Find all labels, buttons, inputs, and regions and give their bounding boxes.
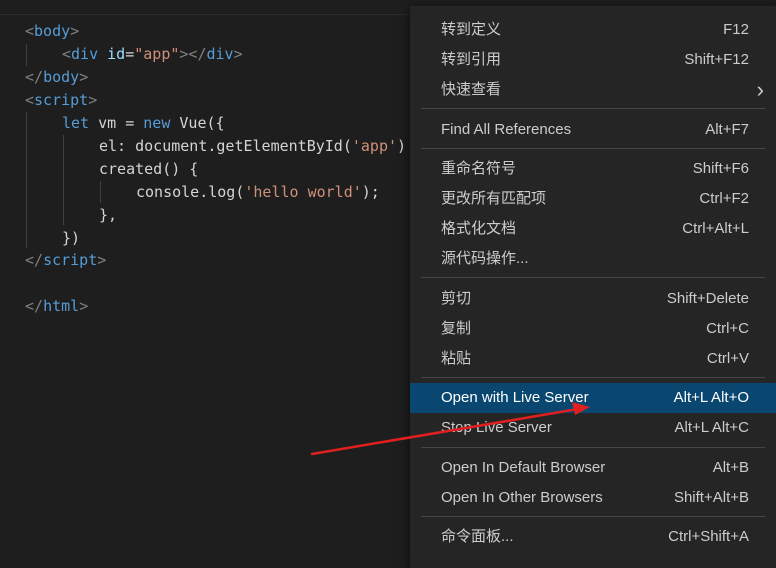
menu-item-open-with-live-server[interactable]: Open with Live Server Alt+L Alt+O <box>410 383 776 413</box>
menu-item-open-in-default-browser[interactable]: Open In Default Browser Alt+B <box>410 453 776 483</box>
menu-item-change-all-occurrences[interactable]: 更改所有匹配项 Ctrl+F2 <box>410 184 776 214</box>
code-line-3[interactable]: </body> <box>25 66 88 88</box>
indent-guide <box>63 135 64 225</box>
code-line-9[interactable]: }, <box>99 204 117 226</box>
code-line-11[interactable]: </script> <box>25 249 106 271</box>
menu-item-source-action[interactable]: 源代码操作... <box>410 244 776 274</box>
menu-item-find-all-references[interactable]: Find All References Alt+F7 <box>410 115 776 145</box>
indent-guide <box>100 181 101 203</box>
menu-item-stop-live-server[interactable]: Stop Live Server Alt+L Alt+C <box>410 413 776 443</box>
menu-item-open-in-other-browsers[interactable]: Open In Other Browsers Shift+Alt+B <box>410 483 776 513</box>
menu-separator <box>421 447 765 448</box>
menu-item-cut[interactable]: 剪切 Shift+Delete <box>410 284 776 314</box>
menu-separator <box>421 148 765 149</box>
menu-item-paste[interactable]: 粘贴 Ctrl+V <box>410 344 776 374</box>
context-menu: 转到定义 F12 转到引用 Shift+F12 快速查看 › Find All … <box>410 6 776 568</box>
code-line-7[interactable]: created() { <box>99 158 198 180</box>
code-line-10[interactable]: }) <box>62 227 80 249</box>
code-line-2[interactable]: <div id="app"></div> <box>62 43 243 65</box>
menu-item-go-to-references[interactable]: 转到引用 Shift+F12 <box>410 45 776 75</box>
code-line-6[interactable]: el: document.getElementById('app') <box>99 135 406 157</box>
menu-separator <box>421 277 765 278</box>
menu-item-command-palette[interactable]: 命令面板... Ctrl+Shift+A <box>410 522 776 552</box>
menu-separator <box>421 377 765 378</box>
indent-guide <box>26 44 27 66</box>
menu-item-copy[interactable]: 复制 Ctrl+C <box>410 314 776 344</box>
menu-item-format-document[interactable]: 格式化文档 Ctrl+Alt+L <box>410 214 776 244</box>
menu-item-rename-symbol[interactable]: 重命名符号 Shift+F6 <box>410 154 776 184</box>
code-line-8[interactable]: console.log('hello world'); <box>136 181 380 203</box>
menu-separator <box>421 108 765 109</box>
menu-item-go-to-definition[interactable]: 转到定义 F12 <box>410 15 776 45</box>
code-line-1[interactable]: <body> <box>25 20 79 42</box>
code-line-4[interactable]: <script> <box>25 89 97 111</box>
menu-item-peek[interactable]: 快速查看 › <box>410 75 776 105</box>
indent-guide <box>26 112 27 248</box>
chevron-right-icon: › <box>756 77 764 102</box>
code-line-13[interactable]: </html> <box>25 295 88 317</box>
code-line-5[interactable]: let vm = new Vue({ <box>62 112 225 134</box>
menu-separator <box>421 516 765 517</box>
